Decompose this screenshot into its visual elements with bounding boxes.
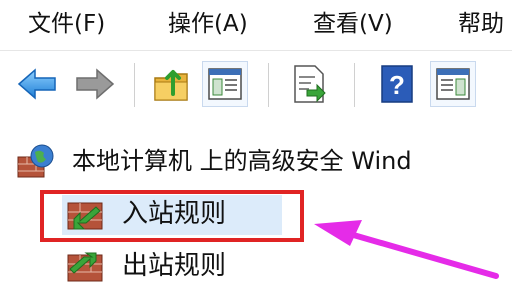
back-arrow-icon [17, 68, 56, 100]
forward-button[interactable] [72, 61, 118, 107]
export-list-icon [294, 65, 326, 103]
forward-arrow-icon [76, 68, 115, 100]
tree-outbound-label: 出站规则 [122, 251, 227, 281]
toolbar: ? [0, 50, 512, 124]
menu-file[interactable]: 文件(F) [28, 6, 105, 42]
export-list-button[interactable] [286, 61, 332, 107]
up-folder-icon [154, 70, 188, 101]
firewall-globe-icon [17, 144, 54, 178]
tree-node-outbound-rules[interactable]: 出站规则 [62, 247, 282, 287]
outbound-rules-icon [67, 252, 103, 282]
show-hide-console-tree-button[interactable] [202, 61, 248, 107]
show-hide-action-pane-icon [436, 68, 470, 100]
up-one-level-button[interactable] [148, 61, 194, 107]
help-icon: ? [381, 65, 413, 103]
help-button[interactable]: ? [374, 61, 420, 107]
back-button[interactable] [14, 61, 60, 107]
toolbar-separator [354, 63, 355, 107]
menu-action[interactable]: 操作(A) [168, 6, 248, 42]
svg-text:?: ? [389, 70, 405, 100]
menu-view[interactable]: 查看(V) [313, 6, 393, 42]
menu-help[interactable]: 帮助 [458, 6, 504, 42]
toolbar-separator [268, 63, 269, 107]
menu-bar: 文件(F) 操作(A) 查看(V) 帮助 [0, 0, 512, 50]
show-hide-action-pane-button[interactable] [430, 61, 476, 107]
highlight-box [40, 190, 304, 242]
toolbar-separator [134, 63, 135, 107]
tree-root-label: 本地计算机 上的高级安全 Wind [72, 147, 412, 175]
annotation-arrow-icon [314, 220, 499, 279]
show-hide-console-tree-icon [208, 68, 242, 100]
